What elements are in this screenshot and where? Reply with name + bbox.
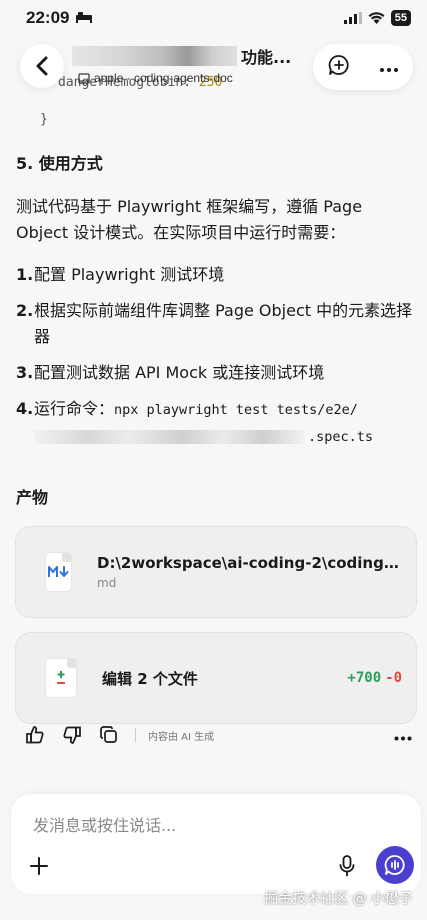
battery-indicator: 55 (390, 10, 411, 26)
microphone-icon (339, 855, 355, 877)
page-title: 功能... (72, 44, 302, 68)
more-button[interactable] (379, 58, 399, 77)
status-icons: 55 (343, 9, 411, 28)
add-attachment-button[interactable] (23, 850, 55, 882)
subtitle-text: apple · coding-agents-doc (94, 71, 233, 85)
edit-files-card[interactable]: 编辑 2 个文件 +700 -0 (15, 632, 417, 724)
list-number: 1. (16, 265, 34, 284)
inline-code-end: .spec.ts (308, 429, 374, 445)
paragraph: 测试代码基于 Playwright 框架编写，遵循 Page Object 设计… (16, 197, 363, 242)
list-text: 配置测试数据 API Mock 或连接测试环境 (34, 363, 325, 382)
inline-code: npx playwright test tests/e2e/ (114, 402, 358, 418)
status-time: 22:09 (26, 8, 93, 28)
list-number: 4. (16, 399, 34, 418)
redacted-code-block (34, 429, 304, 444)
book-icon (78, 72, 90, 84)
chevron-left-icon (36, 56, 48, 76)
list-number: 3. (16, 363, 34, 382)
thumbs-down-icon (63, 726, 81, 744)
copy-button[interactable] (98, 724, 120, 746)
list-text: 配置 Playwright 测试环境 (34, 265, 225, 284)
watermark: 掘金技术社区 @ 小懋子 (264, 891, 413, 907)
list-item: 1. 配置 Playwright 测试环境 (16, 262, 414, 288)
file-extension: md (97, 576, 117, 590)
plus-icon (30, 857, 48, 875)
list-item: 3. 配置测试数据 API Mock 或连接测试环境 (16, 360, 414, 386)
list-text: 根据实际前端组件库调整 Page Object 中的元素选择器 (34, 301, 413, 346)
back-button[interactable] (20, 44, 64, 88)
microphone-button[interactable] (335, 854, 359, 878)
thumbs-up-button[interactable] (24, 724, 46, 746)
feedback-row: 内容由 AI 生成 (24, 724, 412, 746)
ai-generated-note: 内容由 AI 生成 (148, 731, 215, 743)
file-path: D:\2workspace\ai-coding-2\coding-... (97, 554, 402, 572)
file-artifact-card[interactable]: D:\2workspace\ai-coding-2\coding-... md (15, 526, 417, 618)
more-horizontal-icon (394, 736, 412, 740)
bed-icon (75, 8, 93, 28)
voice-chat-icon (384, 855, 405, 875)
code-brace: } (40, 112, 48, 127)
voice-chat-button[interactable] (376, 846, 414, 884)
signal-icon (343, 9, 362, 28)
wifi-icon (368, 9, 385, 28)
list-text: 运行命令： (34, 399, 115, 418)
status-bar: 22:09 55 (0, 0, 427, 36)
new-chat-button[interactable] (328, 54, 350, 80)
lines-removed: -0 (385, 670, 402, 686)
markdown-file-icon (46, 553, 71, 591)
list-item: 2. 根据实际前端组件库调整 Page Object 中的元素选择器 (16, 298, 414, 350)
message-input[interactable]: 发消息或按住说话... (33, 812, 176, 836)
lines-added: +700 (347, 670, 382, 686)
clock: 22:09 (26, 8, 70, 27)
feedback-more-button[interactable] (394, 726, 412, 745)
header-subtitle: apple · coding-agents-doc (72, 71, 302, 85)
copy-icon (100, 726, 117, 743)
divider (135, 728, 136, 742)
diff-file-icon (46, 659, 76, 697)
section-heading: 5. 使用方式 (16, 154, 103, 173)
redacted-title-block (72, 46, 237, 66)
new-chat-icon (328, 55, 349, 75)
list-number: 2. (16, 301, 34, 320)
header-actions (313, 44, 413, 90)
message-composer[interactable]: 发消息或按住说话... (11, 794, 421, 894)
edit-summary: 编辑 2 个文件 (102, 669, 198, 688)
message-content: 5. 使用方式 测试代码基于 Playwright 框架编写，遵循 Page O… (15, 150, 417, 724)
artifacts-heading: 产物 (16, 488, 49, 507)
thumbs-down-button[interactable] (61, 724, 83, 746)
title-suffix: 功能... (241, 48, 292, 67)
header-title-area[interactable]: 功能... apple · coding-agents-doc (72, 44, 302, 90)
more-horizontal-icon (379, 67, 398, 72)
thumbs-up-icon (26, 726, 44, 744)
list-item: 4. 运行命令：npx playwright test tests/e2e/ .… (16, 396, 414, 450)
